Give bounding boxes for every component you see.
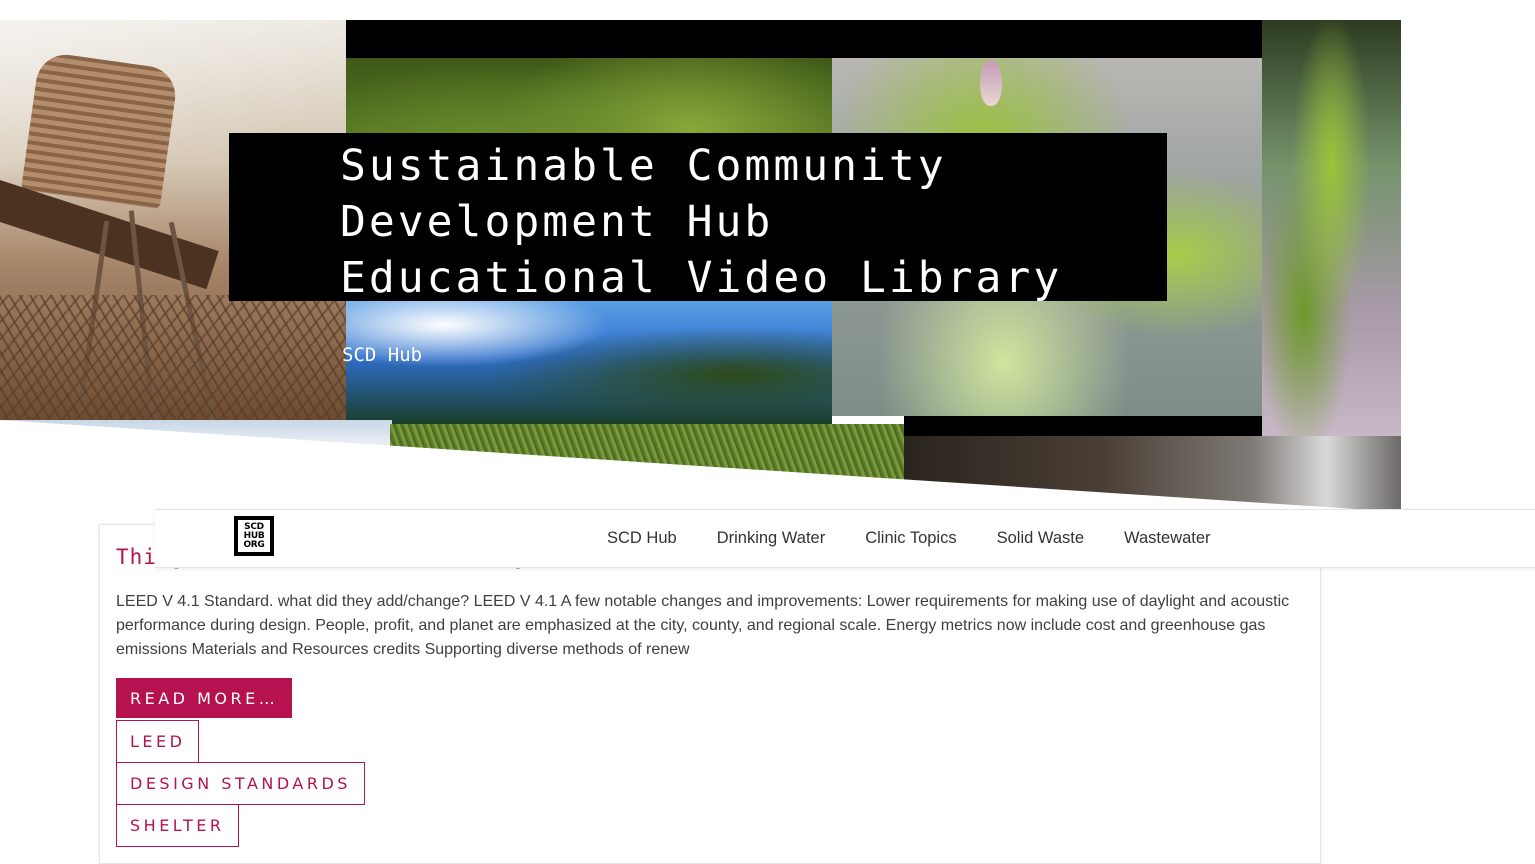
collage-black-bar (346, 20, 1262, 58)
tag-shelter[interactable]: SHELTER (116, 804, 239, 847)
scd-hub-logo[interactable]: SCD HUB ORG (234, 516, 274, 556)
hero-title-line-3: Educational Video Library (340, 253, 1063, 303)
sky-strip-image (0, 420, 392, 460)
collage-black-bar-lower (904, 416, 1262, 436)
tag-design-standards[interactable]: DESIGN STANDARDS (116, 762, 365, 805)
tag-leed[interactable]: LEED (116, 720, 200, 763)
wet-rock-image (904, 436, 1401, 512)
mossy-rock-image (1262, 20, 1401, 436)
logo-text: SCD HUB ORG (238, 520, 270, 552)
post-excerpt: LEED V 4.1 Standard. what did they add/c… (116, 593, 1290, 658)
hero-title: Sustainable Community Development Hub Ed… (340, 138, 1160, 306)
grass-image (390, 424, 904, 512)
hero-title-line-1: Sustainable Community (340, 141, 947, 191)
logo-line-3: ORG (243, 539, 265, 550)
hero-title-line-2: Development Hub (340, 197, 774, 247)
read-more-button[interactable]: READ MORE… (116, 678, 293, 718)
nav-item-clinic-topics[interactable]: Clinic Topics (865, 529, 956, 548)
nav-item-scd-hub[interactable]: SCD Hub (607, 529, 677, 548)
nav-item-solid-waste[interactable]: Solid Waste (997, 529, 1084, 548)
hero-subtitle: SCD Hub (342, 344, 423, 366)
hero-right-blank (1401, 0, 1535, 512)
post-card: Thingg LEED V 4.1 Standard. what did the… (99, 524, 1321, 864)
nav-item-drinking-water[interactable]: Drinking Water (717, 529, 826, 548)
main-navbar: SCD HUB ORG SCD Hub Drinking Water Clini… (155, 509, 1535, 568)
nav-links: SCD Hub Drinking Water Clinic Topics Sol… (587, 510, 1231, 567)
nav-item-wastewater[interactable]: Wastewater (1124, 529, 1211, 548)
